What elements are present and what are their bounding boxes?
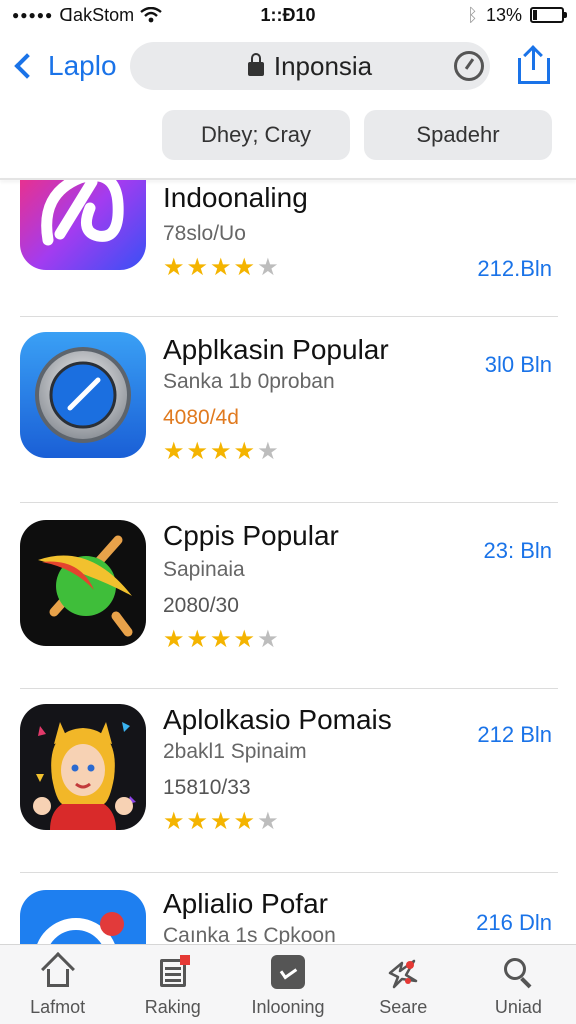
star-filled-icon: ★ [233, 808, 256, 835]
app-name: Apþlkasin Popular [163, 334, 389, 365]
app-size: 212 Bln [477, 722, 552, 747]
row-divider [20, 502, 558, 503]
tab-home[interactable]: Lafmot [0, 945, 115, 1024]
app-size: 3l0 Bln [484, 352, 552, 377]
url-text: Inponsia [273, 50, 373, 81]
star-filled-icon: ★ [210, 254, 232, 281]
rating-stars: ★ ★ ★ ★ ★ [163, 256, 279, 280]
list-item[interactable]: Apþlkasin Popular 3l0 Bln Sanka 1b 0prob… [0, 330, 576, 515]
app-name: Cppis Popular [163, 520, 339, 551]
app-icon-music [20, 180, 146, 270]
app-name: Indoonaling [163, 182, 308, 213]
star-filled-icon: ★ [233, 438, 256, 465]
app-size: 216 Dln [476, 910, 552, 935]
tab-label: Seare [379, 997, 428, 1017]
star-filled-icon: ★ [163, 808, 185, 835]
filter-pill[interactable]: Dhey; Cray [162, 110, 350, 160]
bluetooth-icon: ᛒ [467, 4, 478, 25]
app-size: 212.Bln [477, 256, 552, 281]
app-icon-character [20, 704, 146, 830]
app-subtitle: Caınka 1s Cpkoon [163, 924, 336, 944]
app-subtitle: 2bakl1 Spinaim [163, 740, 307, 763]
battery-fill [533, 10, 537, 20]
app-list: Indoonaling 78slo/Uo ★ ★ ★ ★ ★ 212.Bln Apþlk… [0, 180, 576, 944]
tab-label: Uniad [494, 997, 542, 1017]
star-filled-icon: ★ [163, 254, 185, 281]
row-divider [20, 688, 558, 689]
star-filled-icon: ★ [210, 626, 232, 653]
signal-icon: ●●●●● [12, 8, 54, 22]
app-extra: 2080/30 [163, 594, 239, 617]
status-right: ᛒ 13% [467, 0, 567, 30]
star-filled-icon: ★ [163, 626, 185, 653]
back-label: Laplo [48, 50, 117, 81]
list-item[interactable]: Cppis Popular 23: Bln Sapinaia 2080/30 ★… [0, 516, 576, 701]
status-left: ●●●●● ᗡakStom [12, 5, 162, 26]
star-filled-icon: ★ [186, 438, 209, 465]
nav-bar: Laplo Inponsia [0, 36, 576, 96]
battery-icon [530, 7, 567, 23]
tab-label: Inlooning [251, 997, 325, 1017]
tab-bar: Lafmot Raking Inlooning Seare Uniad [0, 944, 576, 1024]
app-name: Aplolkasio Pomais [163, 704, 392, 735]
app-icon-browser [20, 890, 146, 944]
star-filled-icon: ★ [210, 808, 232, 835]
row-divider [20, 872, 558, 873]
reload-icon[interactable] [454, 51, 484, 81]
filter-pill[interactable]: Spadehr [364, 110, 552, 160]
chevron-left-icon [14, 53, 40, 79]
tab-search[interactable]: Uniad [461, 945, 576, 1024]
wifi-icon [140, 7, 162, 23]
today-icon [271, 955, 305, 989]
star-empty-icon: ★ [257, 254, 279, 281]
ranking-icon [156, 955, 190, 989]
tab-ranking[interactable]: Raking [115, 945, 230, 1024]
list-item[interactable]: Aplialio Pofar 216 Dln Caınka 1s Cpkoon [0, 884, 576, 944]
app-icon-game [20, 520, 146, 646]
back-button[interactable]: Laplo [8, 46, 117, 86]
share-button[interactable] [516, 48, 552, 84]
status-bar: ●●●●● ᗡakStom 1::Ð10 ᛒ 13% [0, 0, 576, 30]
star-filled-icon: ★ [233, 626, 256, 653]
list-item[interactable]: Indoonaling 78slo/Uo ★ ★ ★ ★ ★ 212.Bln [0, 180, 576, 329]
search-icon [501, 955, 535, 989]
app-size: 23: Bln [483, 538, 553, 563]
rating-stars: ★ ★ ★ ★ ★ [163, 440, 279, 464]
home-icon [40, 952, 75, 989]
app-name: Aplialio Pofar [163, 888, 328, 919]
app-subtitle: 78slo/Uo [163, 222, 246, 245]
rating-stars: ★ ★ ★ ★ ★ [163, 628, 279, 652]
star-empty-icon: ★ [257, 808, 279, 835]
star-filled-icon: ★ [186, 254, 209, 281]
tab-today[interactable]: Inlooning [230, 945, 345, 1024]
filter-bar: Dhey; Cray Spadehr [0, 110, 576, 162]
games-icon [388, 959, 418, 989]
star-filled-icon: ★ [163, 438, 185, 465]
share-arrow-icon [532, 48, 535, 70]
star-filled-icon: ★ [186, 626, 209, 653]
rating-stars: ★ ★ ★ ★ ★ [163, 810, 279, 834]
lock-icon [247, 53, 264, 76]
app-subtitle: Sapinaia [163, 558, 245, 581]
row-divider [20, 316, 558, 317]
battery-percent: 13% [485, 4, 522, 25]
address-bar[interactable]: Inponsia [130, 42, 490, 90]
list-item[interactable]: Aplolkasio Pomais 212 Bln 2bakl1 Spinaim… [0, 700, 576, 885]
star-filled-icon: ★ [233, 254, 256, 281]
tab-label: Raking [144, 997, 201, 1017]
app-icon-compass [20, 332, 146, 458]
app-extra: 4080/4d [163, 406, 239, 429]
tab-games[interactable]: Seare [346, 945, 461, 1024]
carrier-label: ᗡakStom [59, 4, 135, 25]
tab-label: Lafmot [30, 997, 86, 1017]
star-filled-icon: ★ [210, 438, 232, 465]
star-filled-icon: ★ [186, 808, 209, 835]
star-empty-icon: ★ [257, 626, 279, 653]
star-empty-icon: ★ [257, 438, 279, 465]
app-subtitle: Sanka 1b 0proban [163, 370, 335, 393]
app-extra: 15810/33 [163, 776, 251, 799]
